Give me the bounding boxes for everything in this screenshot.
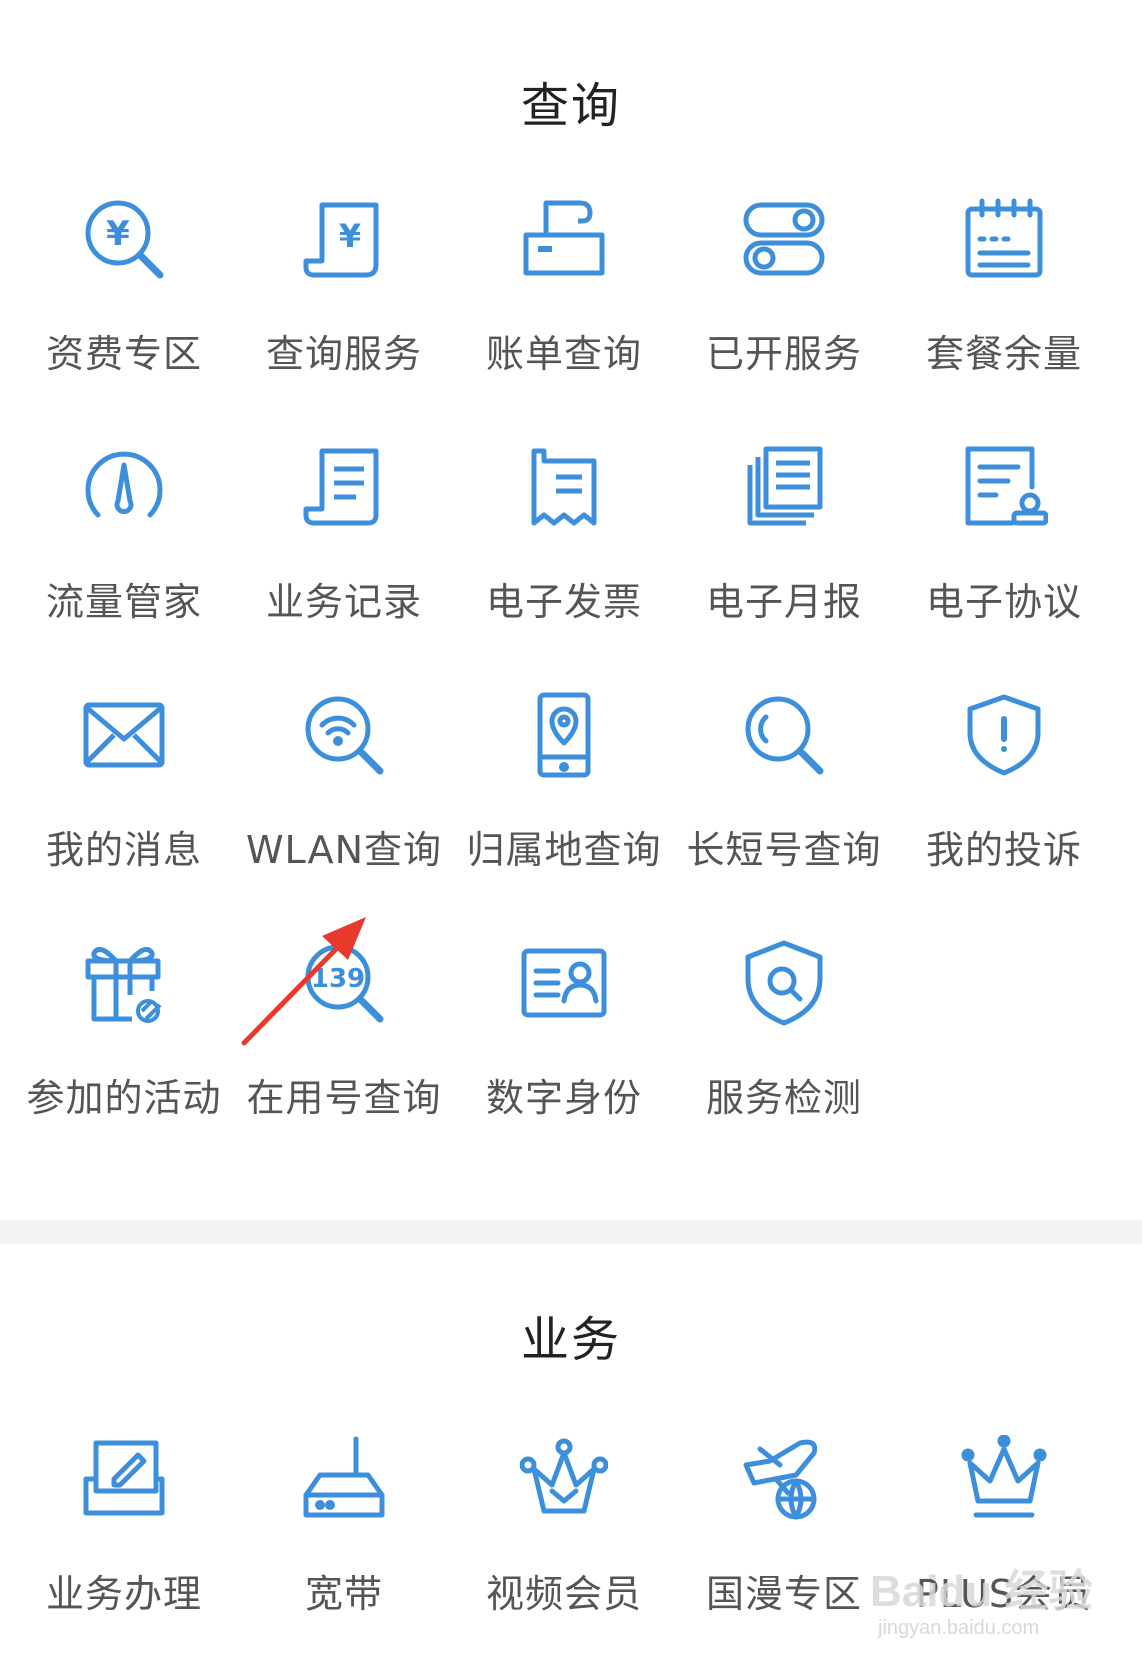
section-divider	[0, 1220, 1142, 1244]
svg-text:139: 139	[311, 964, 365, 994]
baidu-watermark: Baidu 经验 jingyan.baidu.com	[870, 1555, 1110, 1665]
toggles-icon	[740, 195, 828, 283]
watermark-main: Baidu 经验	[870, 1567, 1093, 1616]
yuan-search-icon: ¥	[80, 195, 168, 283]
grid-item-label: 我的消息	[45, 828, 202, 872]
id-card-icon	[520, 939, 608, 1027]
grid-item-joined-activities[interactable]: 参加的活动	[14, 939, 234, 1159]
grid-item-package-balance[interactable]: 套餐余量	[894, 195, 1114, 415]
grid-item-broadband[interactable]: 宽带	[234, 1435, 454, 1655]
document-list-icon	[300, 443, 388, 531]
grid-item-opened-services[interactable]: 已开服务	[674, 195, 894, 415]
yuan-receipt-icon: ¥	[300, 195, 388, 283]
svg-text:¥: ¥	[106, 214, 130, 254]
grid-item-label: 宽带	[304, 1572, 383, 1616]
grid-item-label: 电子发票	[485, 580, 642, 624]
shield-search-icon	[740, 939, 828, 1027]
mail-icon	[80, 691, 168, 779]
grid-item-long-short-number-query[interactable]: 长短号查询	[674, 691, 894, 911]
search-icon	[740, 691, 828, 779]
grid-item-label: 电子月报	[705, 580, 862, 624]
invoice-icon	[520, 443, 608, 531]
grid-item-bill-query[interactable]: 账单查询	[454, 195, 674, 415]
grid-item-label: 查询服务	[265, 332, 422, 376]
grid-item-label: 数字身份	[485, 1076, 642, 1120]
grid-item-wlan-query[interactable]: WLAN查询	[234, 691, 454, 911]
grid-item-label: 业务记录	[265, 580, 422, 624]
report-icon	[740, 443, 828, 531]
grid-item-label: 国漫专区	[705, 1572, 862, 1616]
grid-item-data-manager[interactable]: 流量管家	[14, 443, 234, 663]
business-section-title: 业务	[520, 1312, 621, 1368]
grid-item-e-agreement[interactable]: 电子协议	[894, 443, 1114, 663]
grid-item-business-records[interactable]: 业务记录	[234, 443, 454, 663]
shield-alert-icon	[960, 691, 1048, 779]
grid-item-national-comics-zone[interactable]: 国漫专区	[674, 1435, 894, 1655]
grid-item-label: 账单查询	[485, 332, 642, 376]
grid-item-service-detection[interactable]: 服务检测	[674, 939, 894, 1159]
crown-icon	[960, 1435, 1048, 1523]
wifi-search-icon	[300, 691, 388, 779]
grid-item-label: 我的投诉	[925, 828, 1082, 872]
grid-item-tariff-zone[interactable]: ¥ 资费专区	[14, 195, 234, 415]
grid-item-digital-identity[interactable]: 数字身份	[454, 939, 674, 1159]
grid-item-in-use-number-query[interactable]: 139 在用号查询	[234, 939, 454, 1159]
edit-tray-icon	[80, 1435, 168, 1523]
agreement-icon	[960, 443, 1048, 531]
grid-item-label: 服务检测	[705, 1076, 862, 1120]
grid-item-my-complaints[interactable]: 我的投诉	[894, 691, 1114, 911]
grid-item-label: 已开服务	[705, 332, 862, 376]
grid-item-location-query[interactable]: 归属地查询	[454, 691, 674, 911]
grid-item-label: 流量管家	[45, 580, 202, 624]
grid-item-e-monthly-report[interactable]: 电子月报	[674, 443, 894, 663]
grid-item-label: WLAN查询	[245, 828, 443, 872]
number-search-icon: 139	[300, 939, 388, 1027]
plane-globe-icon	[740, 1435, 828, 1523]
grid-item-label: 套餐余量	[925, 332, 1082, 376]
grid-item-label: 电子协议	[925, 580, 1082, 624]
phone-location-icon	[520, 691, 608, 779]
grid-item-e-invoice[interactable]: 电子发票	[454, 443, 674, 663]
router-icon	[300, 1435, 388, 1523]
grid-item-business-handling[interactable]: 业务办理	[14, 1435, 234, 1655]
grid-item-label: 视频会员	[485, 1572, 642, 1616]
gift-icon	[80, 939, 168, 1027]
grid-item-label: 在用号查询	[246, 1076, 442, 1120]
grid-item-query-service[interactable]: ¥ 查询服务	[234, 195, 454, 415]
grid-item-label: 业务办理	[45, 1572, 202, 1616]
grid-item-label: 资费专区	[45, 332, 202, 376]
grid-item-label: 长短号查询	[686, 828, 882, 872]
crown-check-icon	[520, 1435, 608, 1523]
query-section-title: 查询	[520, 78, 621, 134]
grid-item-video-membership[interactable]: 视频会员	[454, 1435, 674, 1655]
grid-item-label: 参加的活动	[26, 1076, 222, 1120]
svg-text:¥: ¥	[339, 217, 361, 255]
gauge-icon	[80, 443, 168, 531]
printer-icon	[520, 195, 608, 283]
notepad-icon	[960, 195, 1048, 283]
watermark-sub: jingyan.baidu.com	[878, 1617, 1040, 1639]
grid-item-my-messages[interactable]: 我的消息	[14, 691, 234, 911]
grid-item-label: 归属地查询	[466, 828, 662, 872]
